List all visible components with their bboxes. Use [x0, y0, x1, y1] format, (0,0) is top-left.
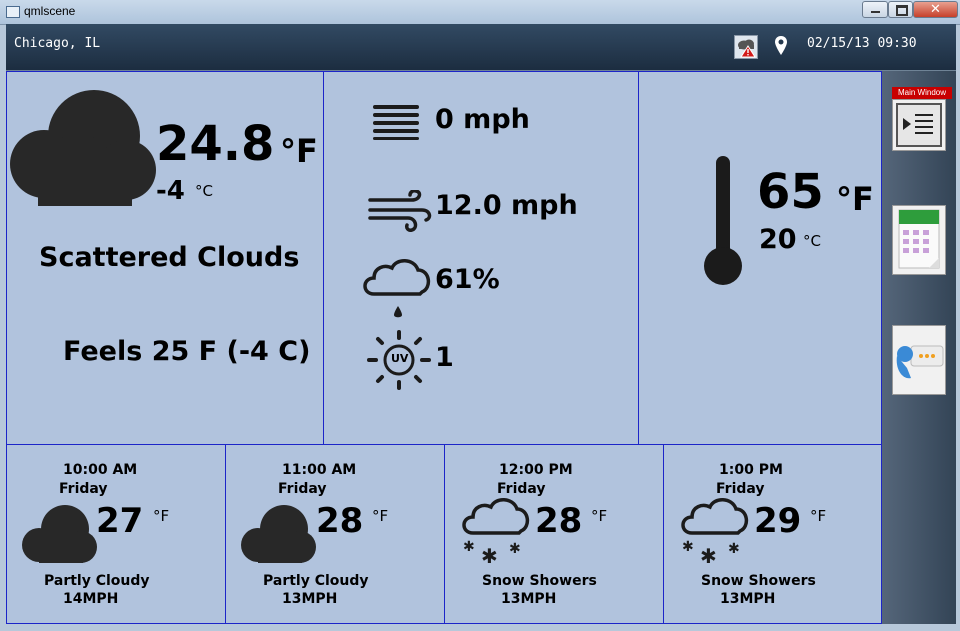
- forecast-unit: °F: [810, 507, 827, 525]
- thermometer-unit-c: °C: [803, 232, 821, 250]
- calendar-icon: [898, 209, 940, 269]
- snow-cloud-icon: ✱ ✱ ✱: [462, 498, 530, 565]
- maximize-button[interactable]: [888, 1, 913, 18]
- current-unit-f: °F: [280, 132, 318, 170]
- details-card: 0 mph 12.0 mph 61% UV 1: [323, 71, 639, 445]
- forecast-time: 12:00 PM: [499, 462, 573, 478]
- current-temp-c: -4: [156, 176, 185, 206]
- current-conditions-card: 24.8 °F -4 °C Scattered Clouds Feels 25 …: [6, 71, 324, 445]
- forecast-unit: °F: [591, 507, 608, 525]
- close-icon: ✕: [930, 2, 941, 17]
- forecast-unit: °F: [372, 507, 389, 525]
- forecast-card: 10:00 AM Friday 27 °F Partly Cloudy 14MP…: [6, 444, 226, 624]
- forecast-condition: Snow Showers: [482, 573, 597, 589]
- main-panel: 24.8 °F -4 °C Scattered Clouds Feels 25 …: [6, 71, 882, 624]
- chat-button[interactable]: [892, 325, 946, 395]
- thermometer-temp-c: 20: [759, 224, 797, 255]
- uv-badge: UV: [391, 352, 409, 365]
- window-frame-right: [956, 24, 960, 624]
- svg-text:✱: ✱: [509, 541, 521, 557]
- window-titlebar[interactable]: qmlscene ✕: [0, 0, 960, 25]
- forecast-temp: 29: [754, 501, 802, 541]
- forecast-temp: 27: [96, 501, 144, 541]
- forecast-temp: 28: [316, 501, 364, 541]
- location-label: Chicago, IL: [14, 36, 101, 51]
- forecast-day: Friday: [278, 481, 327, 497]
- forecast-condition: Snow Showers: [701, 573, 816, 589]
- app-icon: [6, 6, 20, 18]
- forecast-wind: 14MPH: [63, 591, 119, 607]
- feels-like-label: Feels 25 F (-4 C): [63, 336, 311, 367]
- svg-text:✱: ✱: [700, 544, 717, 565]
- forecast-wind: 13MPH: [720, 591, 776, 607]
- minimize-button[interactable]: [862, 1, 888, 18]
- thermometer-temp-f: 65: [757, 164, 824, 220]
- wind-value: 12.0 mph: [435, 190, 578, 221]
- fog-lines-icon: [373, 105, 419, 140]
- location-pin-icon[interactable]: [774, 35, 788, 61]
- thermometer-icon: [704, 156, 742, 285]
- weather-alert-icon[interactable]: [734, 35, 758, 59]
- svg-text:✱: ✱: [463, 539, 475, 555]
- chat-icon: [896, 345, 944, 379]
- forecast-card: 11:00 AM Friday 28 °F Partly Cloudy 13MP…: [225, 444, 445, 624]
- rain-cloud-icon: [363, 259, 431, 318]
- forecast-unit: °F: [153, 507, 170, 525]
- close-button[interactable]: ✕: [913, 1, 958, 18]
- forecast-time: 10:00 AM: [63, 462, 138, 478]
- snow-cloud-icon: ✱ ✱ ✱: [681, 498, 749, 565]
- window-title: qmlscene: [24, 4, 76, 18]
- main-window-list-icon: [896, 103, 942, 147]
- current-unit-c: °C: [195, 182, 213, 200]
- humidity-value: 61%: [435, 264, 500, 295]
- thermometer-card: 65 °F 20 °C: [638, 71, 882, 445]
- forecast-condition: Partly Cloudy: [44, 573, 150, 589]
- cloud-icon: [22, 505, 97, 563]
- uv-value: 1: [435, 342, 454, 373]
- svg-text:✱: ✱: [728, 541, 740, 557]
- forecast-card: 1:00 PM Friday ✱ ✱ ✱ 29 °F Snow Showers 13…: [663, 444, 882, 624]
- forecast-condition: Partly Cloudy: [263, 573, 369, 589]
- current-temp-f: 24.8: [156, 116, 275, 172]
- calendar-button[interactable]: [892, 205, 946, 275]
- header-bar: Chicago, IL 02/15/13 09:30: [6, 24, 956, 70]
- forecast-wind: 13MPH: [501, 591, 557, 607]
- cloud-icon: [10, 90, 156, 206]
- cloud-icon: [241, 505, 316, 563]
- datetime-label: 02/15/13 09:30: [807, 36, 917, 51]
- forecast-card: 12:00 PM Friday ✱ ✱ ✱ 28 °F Snow Showers 1…: [444, 444, 664, 624]
- forecast-time: 1:00 PM: [719, 462, 783, 478]
- forecast-temp: 28: [535, 501, 583, 541]
- forecast-time: 11:00 AM: [282, 462, 357, 478]
- svg-text:✱: ✱: [682, 539, 694, 555]
- fog-value: 0 mph: [435, 104, 530, 135]
- wind-icon: [368, 190, 432, 232]
- main-window-label: Main Window: [892, 87, 952, 99]
- thermometer-unit-f: °F: [836, 180, 874, 218]
- sidebar: Main Window: [882, 71, 956, 624]
- main-window-button[interactable]: [892, 99, 946, 151]
- forecast-day: Friday: [59, 481, 108, 497]
- svg-text:✱: ✱: [481, 544, 498, 565]
- window-frame-bottom: [0, 624, 960, 631]
- current-condition: Scattered Clouds: [39, 242, 300, 273]
- forecast-wind: 13MPH: [282, 591, 338, 607]
